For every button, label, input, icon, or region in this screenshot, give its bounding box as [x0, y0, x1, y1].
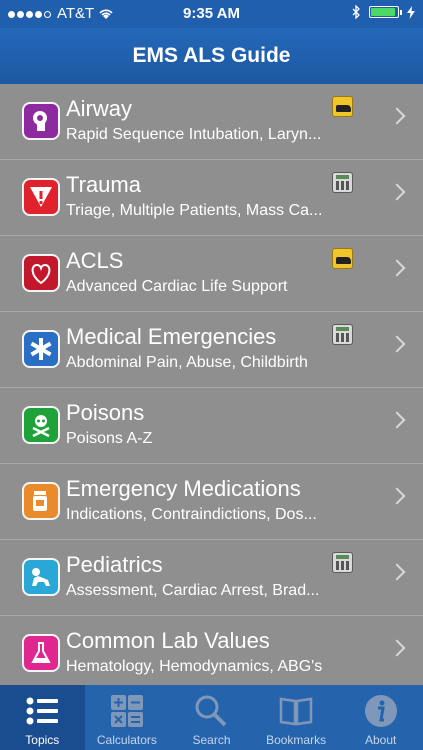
list-item-airway[interactable]: Airway Rapid Sequence Intubation, Laryn.… [0, 84, 423, 160]
chevron-right-icon [388, 107, 406, 125]
nav-bar: EMS ALS Guide [0, 28, 423, 84]
status-bar: AT&T 9:35 AM [0, 0, 423, 28]
battery-icon [369, 6, 402, 18]
tab-topics[interactable]: Topics [0, 685, 85, 750]
topic-title: Emergency Medications [66, 476, 301, 501]
flask-icon [22, 634, 60, 672]
topic-title: Airway [66, 96, 133, 121]
tab-bar: Topics Calculators Search Bookmarks Abou… [0, 685, 423, 750]
tab-label: Topics [25, 733, 60, 747]
list-item-poisons[interactable]: Poisons Poisons A-Z [0, 388, 423, 464]
topic-subtitle: Poisons A-Z [66, 430, 153, 447]
tab-bookmarks[interactable]: Bookmarks [254, 685, 339, 750]
chevron-right-icon [388, 487, 406, 505]
book-icon [279, 697, 313, 726]
tab-calculators[interactable]: Calculators [85, 685, 170, 750]
calculator-icon [332, 552, 353, 573]
skull-icon [22, 406, 60, 444]
tab-label: Calculators [96, 733, 157, 747]
tab-about[interactable]: About [338, 685, 423, 750]
topic-title: Trauma [66, 172, 141, 197]
list-item-medical-emergencies[interactable]: Medical Emergencies Abdominal Pain, Abus… [0, 312, 423, 388]
topic-subtitle: Rapid Sequence Intubation, Laryn... [66, 126, 322, 143]
info-icon [364, 695, 397, 727]
airway-icon [22, 102, 60, 140]
topic-subtitle: Triage, Multiple Patients, Mass Ca... [66, 202, 323, 219]
charging-icon [407, 5, 415, 19]
topic-title: Medical Emergencies [66, 324, 277, 349]
chevron-right-icon [388, 411, 406, 429]
topic-subtitle: Abdominal Pain, Abuse, Childbirth [66, 354, 308, 371]
tab-label: Bookmarks [266, 733, 327, 747]
pill-bottle-icon [22, 482, 60, 520]
topics-list[interactable]: Airway Rapid Sequence Intubation, Laryn.… [0, 84, 423, 685]
topic-title: Pediatrics [66, 552, 163, 577]
topic-subtitle: Indications, Contraindictions, Dos... [66, 506, 317, 523]
warning-icon [22, 178, 60, 216]
status-right [352, 5, 415, 19]
ambulance-icon [332, 248, 353, 269]
list-item-pediatrics[interactable]: Pediatrics Assessment, Cardiac Arrest, B… [0, 540, 423, 616]
list-icon [26, 697, 59, 725]
topic-subtitle: Hematology, Hemodynamics, ABG's [66, 658, 323, 675]
ambulance-icon [332, 96, 353, 117]
bluetooth-icon [352, 5, 360, 19]
topic-title: Common Lab Values [66, 628, 270, 653]
topic-subtitle: Advanced Cardiac Life Support [66, 278, 288, 295]
baby-icon [22, 558, 60, 596]
search-icon [195, 695, 227, 727]
chevron-right-icon [388, 335, 406, 353]
list-item-common-lab-values[interactable]: Common Lab Values Hematology, Hemodynami… [0, 616, 423, 685]
list-item-emergency-medications[interactable]: Emergency Medications Indications, Contr… [0, 464, 423, 540]
topic-title: Poisons [66, 400, 145, 425]
calculator-icon [332, 324, 353, 345]
chevron-right-icon [388, 183, 406, 201]
calculator-icon [332, 172, 353, 193]
list-item-trauma[interactable]: Trauma Triage, Multiple Patients, Mass C… [0, 160, 423, 236]
topic-subtitle: Assessment, Cardiac Arrest, Brad... [66, 582, 320, 599]
calculator-icon [110, 695, 143, 727]
chevron-right-icon [388, 563, 406, 581]
chevron-right-icon [388, 639, 406, 657]
heart-icon [22, 254, 60, 292]
page-title: EMS ALS Guide [132, 44, 291, 67]
star-of-life-icon [22, 330, 60, 368]
list-item-acls[interactable]: ACLS Advanced Cardiac Life Support [0, 236, 423, 312]
topic-title: ACLS [66, 248, 124, 273]
tab-label: Search [192, 733, 231, 747]
tab-search[interactable]: Search [169, 685, 254, 750]
chevron-right-icon [388, 259, 406, 277]
tab-label: About [364, 733, 397, 747]
